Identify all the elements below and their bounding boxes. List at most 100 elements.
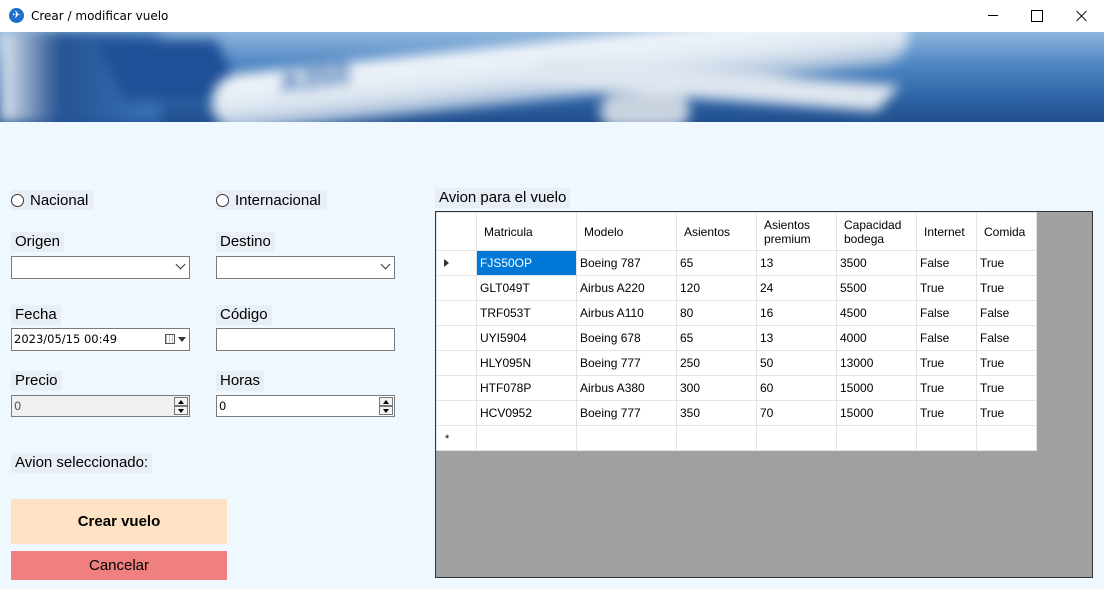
table-cell[interactable] bbox=[476, 425, 577, 451]
table-cell[interactable]: 3500 bbox=[836, 250, 917, 276]
table-row[interactable]: GLT049T Airbus A220 120 24 5500 True True bbox=[436, 275, 1037, 301]
table-row[interactable]: UYI5904 Boeing 678 65 13 4000 False False bbox=[436, 325, 1037, 351]
table-cell[interactable] bbox=[576, 425, 677, 451]
table-cell[interactable]: True bbox=[976, 375, 1037, 401]
table-cell[interactable]: True bbox=[976, 350, 1037, 376]
cancelar-button[interactable]: Cancelar bbox=[11, 551, 227, 580]
table-cell[interactable]: True bbox=[916, 375, 977, 401]
table-cell[interactable]: 24 bbox=[756, 275, 837, 301]
spin-down-icon[interactable] bbox=[379, 406, 393, 415]
table-cell[interactable]: Airbus A220 bbox=[576, 275, 677, 301]
table-cell[interactable]: True bbox=[976, 275, 1037, 301]
dropdown-arrow-icon[interactable] bbox=[178, 337, 186, 342]
table-cell[interactable]: HLY095N bbox=[476, 350, 577, 376]
table-cell[interactable]: False bbox=[916, 300, 977, 326]
aviones-datagrid[interactable]: Matricula Modelo Asientos Asientos premi… bbox=[435, 211, 1093, 578]
table-cell[interactable]: True bbox=[916, 275, 977, 301]
table-row[interactable]: FJS50OP Boeing 787 65 13 3500 False True bbox=[436, 250, 1037, 276]
row-header[interactable] bbox=[436, 325, 477, 351]
maximize-button[interactable] bbox=[1013, 0, 1059, 32]
table-cell[interactable]: 13 bbox=[756, 325, 837, 351]
spin-up-icon[interactable] bbox=[379, 397, 393, 406]
table-cell[interactable]: Boeing 777 bbox=[576, 350, 677, 376]
table-cell[interactable]: HCV0952 bbox=[476, 400, 577, 426]
table-row[interactable]: TRF053T Airbus A110 80 16 4500 False False bbox=[436, 300, 1037, 326]
table-cell[interactable]: 4000 bbox=[836, 325, 917, 351]
destino-combobox[interactable] bbox=[216, 256, 395, 279]
table-cell[interactable]: False bbox=[916, 250, 977, 276]
column-header[interactable]: Asientos premium bbox=[756, 212, 837, 251]
calendar-icon[interactable] bbox=[165, 334, 175, 344]
table-row[interactable]: HLY095N Boeing 777 250 50 13000 True True bbox=[436, 350, 1037, 376]
row-header[interactable]: * bbox=[436, 425, 477, 451]
chevron-down-icon[interactable] bbox=[175, 261, 185, 271]
table-cell[interactable]: 15000 bbox=[836, 400, 917, 426]
minimize-button[interactable] bbox=[970, 0, 1016, 32]
origen-combobox[interactable] bbox=[11, 256, 190, 279]
table-cell[interactable] bbox=[916, 425, 977, 451]
codigo-input[interactable] bbox=[216, 328, 395, 351]
new-table-row[interactable]: * bbox=[436, 425, 1037, 451]
table-cell[interactable]: 13 bbox=[756, 250, 837, 276]
table-cell[interactable]: 60 bbox=[756, 375, 837, 401]
table-cell[interactable]: Boeing 678 bbox=[576, 325, 677, 351]
column-header[interactable]: Asientos bbox=[676, 212, 757, 251]
table-cell[interactable] bbox=[676, 425, 757, 451]
window-title: Crear / modificar vuelo bbox=[31, 9, 169, 23]
table-cell[interactable]: 5500 bbox=[836, 275, 917, 301]
row-header[interactable] bbox=[436, 300, 477, 326]
table-cell[interactable]: True bbox=[916, 400, 977, 426]
table-cell[interactable]: False bbox=[916, 325, 977, 351]
table-cell[interactable]: 16 bbox=[756, 300, 837, 326]
table-cell[interactable]: UYI5904 bbox=[476, 325, 577, 351]
row-header[interactable] bbox=[436, 350, 477, 376]
table-cell[interactable]: False bbox=[976, 300, 1037, 326]
table-row[interactable]: HTF078P Airbus A380 300 60 15000 True True bbox=[436, 375, 1037, 401]
fecha-datepicker[interactable]: 2023/05/15 00:49 bbox=[11, 328, 190, 351]
table-cell[interactable]: True bbox=[916, 350, 977, 376]
table-cell[interactable] bbox=[976, 425, 1037, 451]
table-cell[interactable]: 300 bbox=[676, 375, 757, 401]
row-header[interactable] bbox=[436, 400, 477, 426]
table-cell[interactable]: Boeing 787 bbox=[576, 250, 677, 276]
row-header-corner[interactable] bbox=[436, 212, 477, 251]
table-cell[interactable] bbox=[836, 425, 917, 451]
internacional-radio[interactable]: Internacional bbox=[216, 190, 327, 210]
table-cell[interactable] bbox=[756, 425, 837, 451]
column-header[interactable]: Matricula bbox=[476, 212, 577, 251]
table-cell[interactable]: Boeing 777 bbox=[576, 400, 677, 426]
row-header[interactable] bbox=[436, 375, 477, 401]
row-header[interactable] bbox=[436, 275, 477, 301]
table-cell[interactable]: Airbus A380 bbox=[576, 375, 677, 401]
table-cell[interactable]: FJS50OP bbox=[476, 250, 577, 276]
table-cell[interactable]: True bbox=[976, 400, 1037, 426]
table-cell[interactable]: False bbox=[976, 325, 1037, 351]
table-cell[interactable]: 4500 bbox=[836, 300, 917, 326]
table-cell[interactable]: 15000 bbox=[836, 375, 917, 401]
row-header[interactable] bbox=[436, 250, 477, 276]
table-cell[interactable]: 70 bbox=[756, 400, 837, 426]
table-cell[interactable]: 65 bbox=[676, 250, 757, 276]
column-header[interactable]: Comida bbox=[976, 212, 1037, 251]
column-header[interactable]: Capacidad bodega bbox=[836, 212, 917, 251]
horas-numeric-input[interactable]: 0 bbox=[216, 395, 395, 417]
table-cell[interactable]: 80 bbox=[676, 300, 757, 326]
table-cell[interactable]: TRF053T bbox=[476, 300, 577, 326]
table-cell[interactable]: GLT049T bbox=[476, 275, 577, 301]
table-cell[interactable]: 65 bbox=[676, 325, 757, 351]
column-header[interactable]: Internet bbox=[916, 212, 977, 251]
chevron-down-icon[interactable] bbox=[380, 261, 390, 271]
table-cell[interactable]: HTF078P bbox=[476, 375, 577, 401]
nacional-radio[interactable]: Nacional bbox=[11, 190, 95, 210]
table-cell[interactable]: 350 bbox=[676, 400, 757, 426]
table-cell[interactable]: 50 bbox=[756, 350, 837, 376]
table-cell[interactable]: Airbus A110 bbox=[576, 300, 677, 326]
crear-vuelo-button[interactable]: Crear vuelo bbox=[11, 499, 227, 544]
table-row[interactable]: HCV0952 Boeing 777 350 70 15000 True True bbox=[436, 400, 1037, 426]
table-cell[interactable]: 13000 bbox=[836, 350, 917, 376]
table-cell[interactable]: 120 bbox=[676, 275, 757, 301]
close-button[interactable] bbox=[1058, 0, 1104, 32]
table-cell[interactable]: 250 bbox=[676, 350, 757, 376]
column-header[interactable]: Modelo bbox=[576, 212, 677, 251]
table-cell[interactable]: True bbox=[976, 250, 1037, 276]
